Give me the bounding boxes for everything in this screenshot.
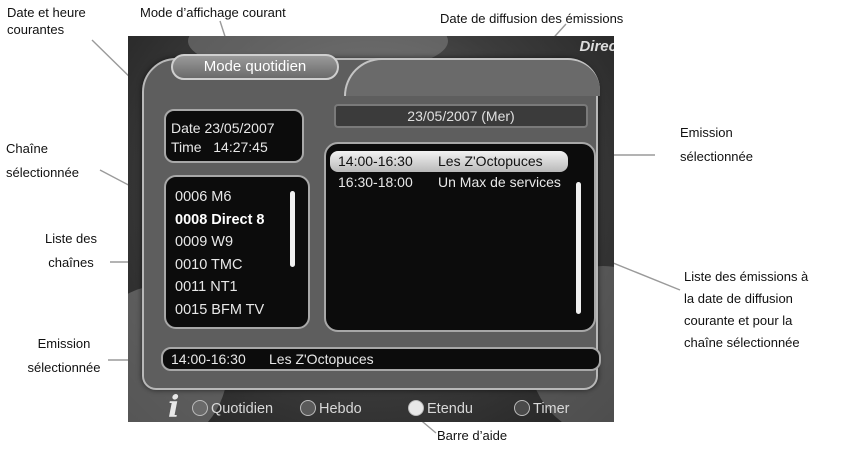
epg-frame-top	[344, 58, 600, 96]
annotation-selected-program-top: Emission sélectionnée	[680, 125, 753, 164]
annotation-selected-program-bottom: Emission sélectionnée	[27, 336, 101, 375]
channel-list[interactable]: 0006 M6 0008 Direct 8 0009 W9 0010 TMC 0…	[164, 175, 310, 329]
help-button-hebdo[interactable]: Hebdo	[300, 400, 362, 418]
program-list[interactable]: 14:00-16:30 Les Z'Octopuces 16:30-18:00 Un…	[324, 142, 596, 332]
selected-program-info-bar: 14:00-16:30 Les Z'Octopuces	[161, 347, 601, 371]
program-list-item[interactable]: 16:30-18:00 Un Max de services	[332, 172, 594, 193]
help-button-timer[interactable]: Timer	[514, 400, 570, 418]
channel-list-item[interactable]: 0015 BFM TV	[175, 299, 308, 322]
annotation-channel-list: Liste des chaînes	[44, 231, 98, 270]
channel-list-item[interactable]: 0006 M6	[175, 186, 308, 209]
help-button-etendu[interactable]: Etendu	[408, 400, 473, 418]
grey-button-icon	[300, 400, 316, 416]
white-button-icon	[408, 400, 424, 416]
annotation-program-list: Liste des émissions à la date de diffusi…	[684, 269, 809, 350]
display-mode-tab[interactable]: Mode quotidien	[171, 54, 339, 80]
annotation-selected-channel: Chaîne sélectionnée	[6, 141, 79, 180]
annotation-broadcast-date: Date de diffusion des émissions	[440, 11, 624, 26]
annotation-date-time: Date et heure courantes	[7, 5, 86, 37]
info-icon[interactable]: i	[168, 390, 179, 422]
dark-button-icon	[514, 400, 530, 416]
channel-list-item[interactable]: 0009 W9	[175, 231, 308, 254]
grey-button-icon	[192, 400, 208, 416]
annotation-help-bar: Barre d’aide	[437, 428, 508, 443]
channel-list-item[interactable]: 0010 TMC	[175, 254, 308, 277]
current-date: Date 23/05/2007	[171, 120, 275, 136]
channel-list-item[interactable]: 0011 NT1	[175, 276, 308, 299]
program-list-scrollbar[interactable]	[576, 182, 581, 314]
background-channel-logo: Direct	[579, 38, 614, 55]
help-bar: i Quotidien Hebdo Etendu Timer	[150, 390, 610, 422]
broadcast-date-field: 23/05/2007 (Mer)	[334, 104, 588, 128]
program-list-item-selected[interactable]: 14:00-16:30 Les Z'Octopuces	[330, 151, 568, 172]
date-time-panel: Date 23/05/2007 Time 14:27:45	[164, 109, 304, 163]
channel-list-item-selected[interactable]: 0008 Direct 8	[175, 209, 308, 232]
help-button-quotidien[interactable]: Quotidien	[192, 400, 273, 418]
current-time: Time 14:27:45	[171, 139, 268, 155]
tv-epg-screen: Direct Mode quotidien Date 23/05/2007 Ti…	[128, 36, 614, 422]
annotation-display-mode: Mode d’affichage courant	[140, 5, 286, 20]
channel-list-scrollbar[interactable]	[290, 191, 295, 267]
